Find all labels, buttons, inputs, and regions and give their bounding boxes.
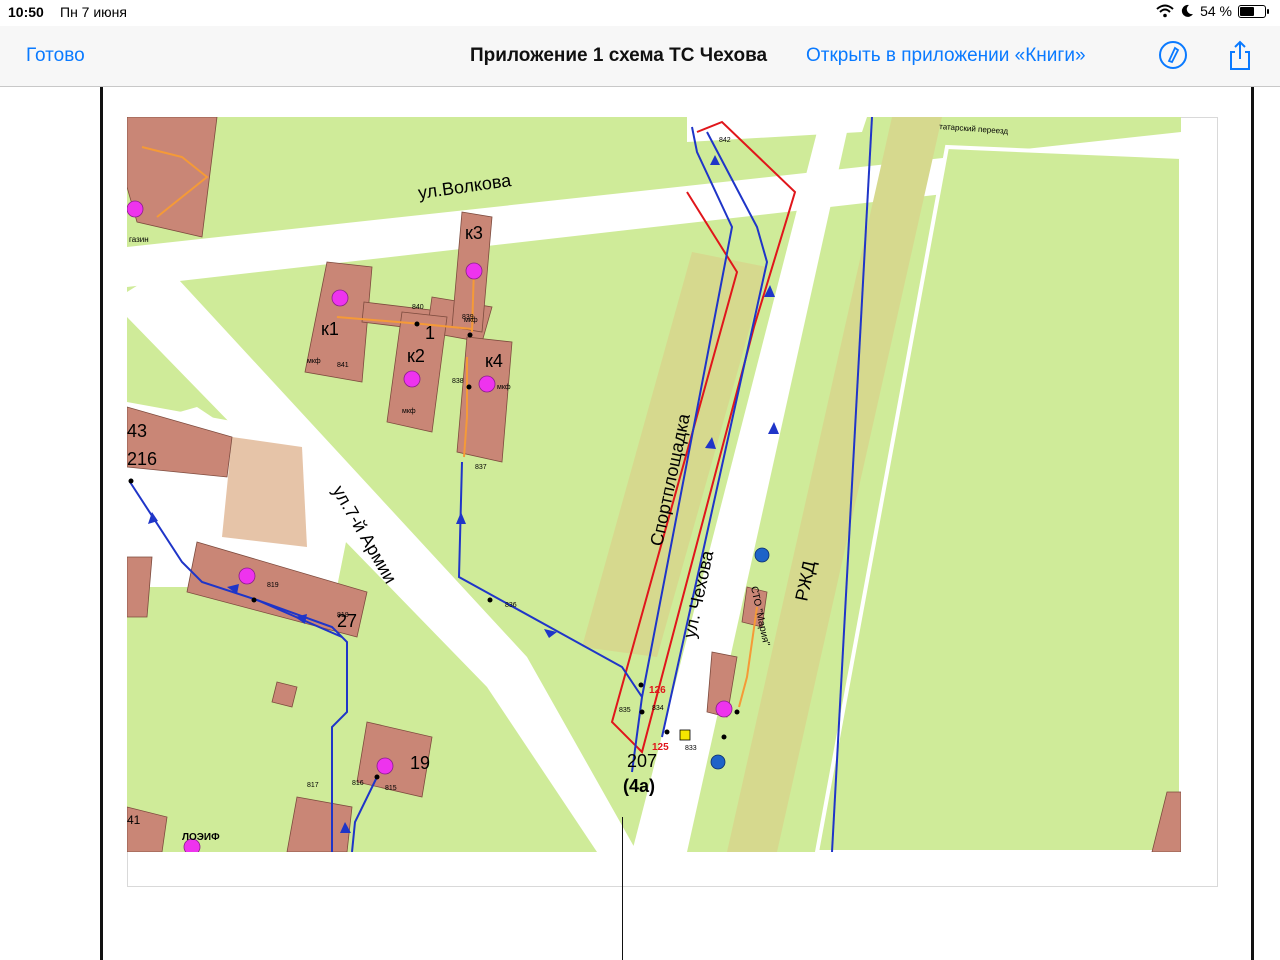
consumer-k3 <box>465 262 483 280</box>
label-k3: к3 <box>465 223 483 243</box>
mark-mkd-k1: мкф <box>307 358 321 365</box>
chamber-836 <box>487 597 493 603</box>
node-841: 841 <box>337 362 349 369</box>
battery-icon <box>1238 4 1269 18</box>
node-126: 126 <box>649 685 666 696</box>
consumer-k2 <box>403 370 421 388</box>
building-small <box>271 681 298 708</box>
label-43: 43 <box>127 421 147 441</box>
label-19: 19 <box>410 753 430 773</box>
node-125: 125 <box>652 742 669 753</box>
mark-mkd-k4: мкф <box>497 384 511 391</box>
chamber-125 <box>664 729 670 735</box>
label-k4: к4 <box>485 351 503 371</box>
chamber-833 <box>721 734 727 740</box>
node-834: 834 <box>652 705 664 712</box>
node-yellow <box>679 729 691 741</box>
moon-icon <box>1181 4 1194 17</box>
label-207: 207 <box>627 751 657 771</box>
status-bar: 10:50 Пн 7 июня 54 % <box>0 0 1280 26</box>
status-time: 10:50 <box>8 4 44 20</box>
consumer-k4 <box>478 375 496 393</box>
label-loeif: ЛОЭИФ <box>182 832 220 843</box>
consumer-sto <box>715 700 733 718</box>
status-date: Пн 7 июня <box>60 4 127 20</box>
battery-level <box>1240 6 1255 16</box>
consumer-k1 <box>331 289 349 307</box>
node-816: 816 <box>352 780 364 787</box>
node-842: 842 <box>719 137 731 144</box>
node-835: 835 <box>619 707 631 714</box>
node-840: 840 <box>412 304 424 311</box>
mark-mkd-k2: мкф <box>402 408 416 415</box>
chamber-840 <box>414 321 420 327</box>
map-canvas: ул.Волкова ул.7-й Армии ул. Чехова РЖД С… <box>127 117 1181 852</box>
node-817: 817 <box>307 782 319 789</box>
node-836: 836 <box>505 602 517 609</box>
label-k2: к2 <box>407 346 425 366</box>
building-shop <box>127 117 218 238</box>
document-title: Приложение 1 схема ТС Чехова <box>470 45 768 66</box>
wifi-icon <box>1156 4 1174 18</box>
consumer-shop <box>127 200 144 218</box>
node-837: 837 <box>475 464 487 471</box>
label-shop: газин <box>129 235 149 244</box>
source-1 <box>754 547 770 563</box>
chamber-819 <box>251 597 257 603</box>
chamber-834 <box>639 709 645 715</box>
node-838: 838 <box>452 378 464 385</box>
markup-pen-icon[interactable] <box>1156 38 1190 72</box>
chamber-839 <box>467 332 473 338</box>
document-view[interactable]: ул.Волкова ул.7-й Армии ул. Чехова РЖД С… <box>0 87 1280 960</box>
label-4a: (4а) <box>623 776 655 796</box>
page-border-right <box>1251 87 1254 960</box>
label-41: 41 <box>127 813 141 827</box>
chamber-126 <box>638 682 644 688</box>
leader-line <box>622 817 623 960</box>
consumer-19 <box>376 757 394 775</box>
chamber-216 <box>128 478 134 484</box>
done-button[interactable]: Готово <box>26 45 85 67</box>
node-815: 815 <box>385 785 397 792</box>
open-in-books-button[interactable]: Открыть в приложении «Книги» <box>806 45 1086 67</box>
label-1: 1 <box>425 323 435 343</box>
chamber-815 <box>374 774 380 780</box>
battery-percent: 54 % <box>1200 3 1232 19</box>
mark-mkd-k3: мкф <box>464 317 478 324</box>
chamber-838 <box>466 384 472 390</box>
page-border-left <box>100 87 103 960</box>
share-icon[interactable] <box>1223 38 1257 72</box>
source-2 <box>710 754 726 770</box>
node-819: 819 <box>267 582 279 589</box>
node-833: 833 <box>685 745 697 752</box>
nav-bar: Готово Приложение 1 схема ТС Чехова Откр… <box>0 26 1280 87</box>
consumer-27 <box>238 567 256 585</box>
chamber-sto <box>734 709 740 715</box>
node-818: 818 <box>337 612 349 619</box>
label-k1: к1 <box>321 319 339 339</box>
label-216: 216 <box>127 449 157 469</box>
parking-lot <box>222 437 307 547</box>
status-indicators: 54 % <box>1156 3 1269 19</box>
heat-network-scheme-map: ул.Волкова ул.7-й Армии ул. Чехова РЖД С… <box>127 117 1181 852</box>
building-loeif <box>286 796 353 852</box>
